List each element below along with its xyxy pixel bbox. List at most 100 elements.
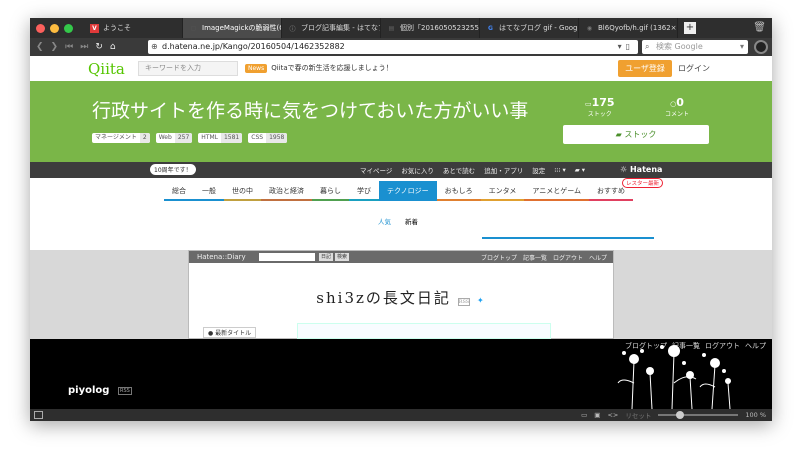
vivaldi-menu-icon[interactable] <box>754 40 768 54</box>
url-controls-icon[interactable]: ▾▯ <box>618 40 634 54</box>
tag-chip[interactable]: マネージメント 2 <box>92 133 150 143</box>
ad-banner[interactable] <box>297 323 551 339</box>
qiita-search-input[interactable]: キーワードを入力 <box>138 61 238 76</box>
hatena-link[interactable]: 追加・アプリ <box>484 165 523 175</box>
category-tab[interactable]: 暮らし <box>312 181 349 201</box>
browser-tab[interactable]: V ようこそ <box>84 18 183 38</box>
comment-count: 0 <box>676 96 684 109</box>
browser-tab[interactable]: ◉ Bl6Qyofb/h.gif (1362×740) <box>579 18 678 38</box>
zoom-slider[interactable] <box>658 411 739 419</box>
forward-icon[interactable]: ❯ <box>51 42 59 52</box>
category-tab[interactable]: エンタメ <box>480 181 525 201</box>
nav-buttons: ❮ ❯ ⏮ ⏭ ↻ ⌂ <box>30 42 148 52</box>
hatena-link[interactable]: マイページ <box>360 165 392 175</box>
category-tab[interactable]: テクノロジー <box>379 181 437 201</box>
tag-count: 2 <box>139 133 150 143</box>
lecture-badge[interactable]: レスター最新 <box>622 178 664 188</box>
close-window-button[interactable] <box>36 23 45 33</box>
reload-icon[interactable]: ↻ <box>95 42 103 52</box>
tiling-icon[interactable]: ▭ <box>581 411 587 419</box>
category-tab[interactable]: 一般 <box>194 181 224 201</box>
piyolog-rss-badge[interactable]: RSS <box>118 387 132 395</box>
news-text[interactable]: Qiitaで春の新生活を応援しましょう！ <box>271 63 392 73</box>
logout-link[interactable]: ログアウト <box>553 253 583 262</box>
address-bar: ❮ ❯ ⏮ ⏭ ↻ ⌂ ⊕ d.hatena.ne.jp/Kango/20160… <box>30 38 772 56</box>
new-tab-button[interactable]: + <box>684 22 696 34</box>
rss-badge[interactable]: RSS <box>457 298 471 306</box>
url-field[interactable]: ⊕ d.hatena.ne.jp/Kango/20160504/14623528… <box>148 40 638 54</box>
piyolog-help-link[interactable]: ヘルプ <box>745 341 766 351</box>
hatena-logo-icon: ☼ <box>620 165 628 174</box>
browser-tab[interactable]: ▤ 個別「20160505232552」の <box>381 18 480 38</box>
notification-icon[interactable]: ▰ ▾ <box>575 166 585 174</box>
piyolog-title[interactable]: piyolog <box>68 385 109 396</box>
tab-new[interactable]: 新着 <box>405 216 418 226</box>
diary-brand[interactable]: Hatena::Diary <box>197 253 246 261</box>
tag-chip[interactable]: Web 257 <box>155 133 193 143</box>
rewind-icon[interactable]: ⏮ <box>65 42 73 52</box>
tag-chip[interactable]: HTML 1581 <box>198 133 243 143</box>
diary-header: Hatena::Diary 日記 検索 ブログトップ 記事一覧 ログアウト ヘル… <box>189 251 613 263</box>
piyolog-header: ブログトップ 記事一覧 ログアウト ヘルプ piyolog RSS <box>30 339 772 409</box>
search-engine-dropdown-icon[interactable]: ▾ <box>740 40 744 54</box>
search-icon: ⌕ <box>645 42 650 51</box>
reset-zoom-button[interactable]: リセット <box>625 410 651 420</box>
search-button[interactable]: 検索 <box>335 253 350 261</box>
hatena-link[interactable]: お気に入り <box>401 165 434 175</box>
category-tab[interactable]: 世の中 <box>224 181 261 201</box>
tab-label: はてなブログ gif - Google 検 <box>499 24 578 32</box>
zoom-level: 100 % <box>745 411 766 419</box>
hatena-logo[interactable]: ☼ Hatena <box>620 165 662 174</box>
category-tab[interactable]: アニメとゲーム <box>524 181 590 201</box>
category-tab[interactable]: 政治と経済 <box>261 181 312 201</box>
blog-top-link[interactable]: ブログトップ <box>481 253 517 262</box>
tag-name: マネージメント <box>95 134 137 141</box>
zoom-slider-knob[interactable] <box>676 411 685 419</box>
category-tab[interactable]: 学び <box>349 181 379 201</box>
article-title: 行政サイトを作る時に気をつけておいた方がいい事 <box>92 100 529 122</box>
diary-button[interactable]: 日記 <box>319 253 334 261</box>
tab-popular[interactable]: 人気 <box>378 216 391 226</box>
category-tab[interactable]: おもしろ <box>436 181 481 201</box>
image-icon[interactable]: ▣ <box>594 411 600 419</box>
minimize-window-button[interactable] <box>50 23 59 33</box>
panel-toggle-icon[interactable] <box>34 411 43 419</box>
category-tab[interactable]: 総合 <box>164 181 194 201</box>
maximize-window-button[interactable] <box>64 23 73 33</box>
help-link[interactable]: ヘルプ <box>589 253 607 262</box>
tag-name: CSS <box>251 134 264 141</box>
page-actions-icon[interactable]: <> <box>607 411 618 419</box>
back-icon[interactable]: ❮ <box>36 42 44 52</box>
tag-count: 257 <box>174 133 193 143</box>
hatena-link[interactable]: あとで読む <box>443 165 475 175</box>
search-field[interactable]: ⌕ 検索 Google ▾ <box>642 40 748 54</box>
browser-tab[interactable]: ⓘ ブログ記事編集 - はてなブロ <box>282 18 381 38</box>
stock-button[interactable]: ▰ ストック <box>563 125 709 144</box>
grid-menu-icon[interactable]: ⁝⁝⁝ ▾ <box>554 166 566 174</box>
fast-forward-icon[interactable]: ⏭ <box>80 42 88 52</box>
news-banner[interactable]: News Qiitaで春の新生活を応援しましょう！ <box>245 63 393 73</box>
login-link[interactable]: ログイン <box>678 63 710 74</box>
hatena-toolbar: 10周年です！ マイページ お気に入り あとで読む 追加・アプリ 設定 ⁝⁝⁝ ▾ ▰ ▾ … <box>30 162 772 178</box>
hatena-link[interactable]: 設定 <box>532 165 545 175</box>
diary-search-input[interactable] <box>259 253 315 261</box>
folder-icon: ▰ <box>615 130 622 139</box>
article-list-link[interactable]: 記事一覧 <box>523 253 547 262</box>
qiita-logo[interactable]: Qiita <box>88 60 125 78</box>
trash-icon[interactable]: 🗑 <box>753 22 766 33</box>
twitter-icon[interactable]: ✦ <box>477 296 486 305</box>
browser-tab[interactable]: G はてなブログ gif - Google 検 <box>480 18 579 38</box>
tab-favicon-icon: ⓘ <box>289 25 296 33</box>
tab-label: 個別「20160505232552」の <box>400 24 479 32</box>
browser-tab[interactable]: ▢ ImageMagickの脆弱性(CVE <box>183 18 282 38</box>
tag-chip[interactable]: CSS 1958 <box>248 133 288 143</box>
blog-title: shi3zの長文日記 RSS ✦ <box>189 287 613 308</box>
anniversary-badge[interactable]: 10周年です！ <box>150 164 196 175</box>
stock-stat: ▭175 ストック <box>585 96 615 118</box>
signup-button[interactable]: ユーザ登録 <box>618 60 672 77</box>
blog-title-text[interactable]: shi3zの長文日記 <box>316 289 451 307</box>
home-icon[interactable]: ⌂ <box>110 42 116 52</box>
flower-illustration <box>617 345 731 409</box>
site-info-icon[interactable]: ⊕ <box>151 40 158 54</box>
tab-bar: V ようこそ ▢ ImageMagickの脆弱性(CVE ⓘ ブログ記事編集 - はてなブ… <box>30 18 772 38</box>
